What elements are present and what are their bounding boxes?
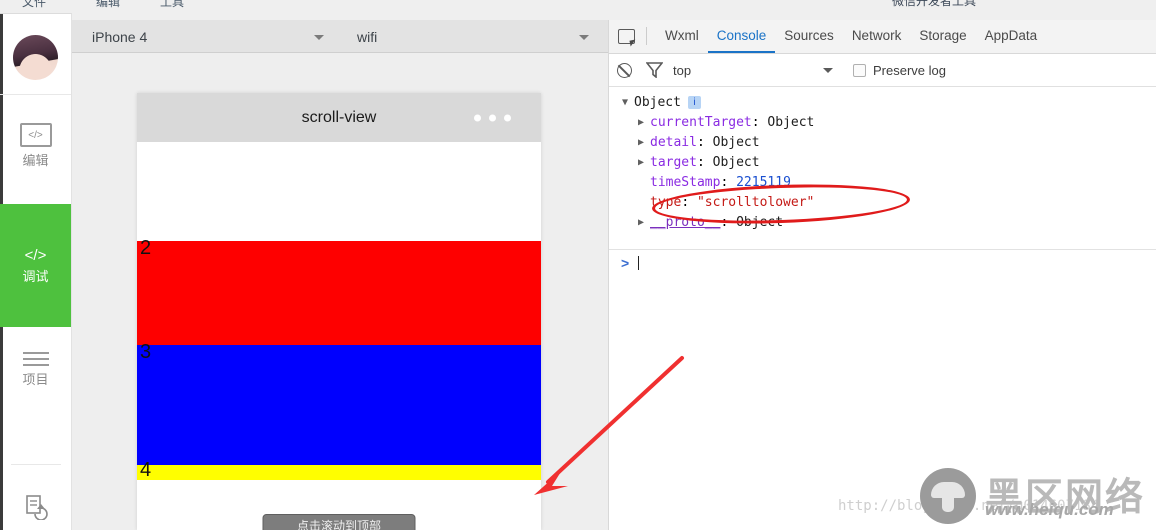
preserve-log-label: Preserve log	[873, 62, 946, 78]
phone-header: scroll-view	[137, 93, 541, 142]
scroll-block-3-label: 3	[140, 341, 152, 363]
tab-storage[interactable]: Storage	[910, 20, 975, 53]
rail-item-edit-label: 编辑	[22, 153, 49, 168]
console-sep: :	[720, 214, 737, 230]
console-value: Object	[767, 114, 815, 130]
disclosure-triangle-icon[interactable]: ▶	[638, 117, 650, 128]
info-badge-icon[interactable]: i	[687, 95, 701, 109]
rail-item-debug[interactable]: </> 调试	[0, 204, 71, 327]
console-context-value: top	[673, 62, 692, 78]
rail-divider-1	[0, 94, 71, 95]
tab-appdata[interactable]: AppData	[976, 20, 1047, 53]
more-dots-icon[interactable]	[474, 114, 511, 121]
inspect-element-icon[interactable]	[609, 20, 643, 53]
device-select-value: iPhone 4	[92, 28, 148, 45]
device-select[interactable]: iPhone 4	[92, 20, 342, 53]
menu-item-0[interactable]: 文件	[22, 0, 46, 10]
console-value: Object	[712, 154, 760, 170]
console-key: type	[650, 194, 682, 210]
scroll-block-1	[137, 142, 541, 241]
console-value: "scrolltolower"	[696, 194, 815, 210]
disclosure-triangle-icon[interactable]: ▼	[622, 97, 634, 108]
menubar: 文件 编辑 工具 微信开发者工具	[0, 0, 1156, 20]
preserve-log-checkbox[interactable]	[853, 63, 866, 77]
rail-item-edit[interactable]: </> 编辑	[0, 106, 71, 184]
network-select-value: wifi	[357, 28, 378, 45]
simulator-topbar: iPhone 4 wifi	[72, 20, 608, 53]
rail-item-project-label: 项目	[22, 372, 49, 387]
avatar[interactable]	[0, 21, 71, 93]
console-row-object[interactable]: ▼ Object i	[609, 92, 1156, 112]
tab-wxml[interactable]: Wxml	[656, 20, 708, 53]
console-object-name: Object	[634, 94, 681, 110]
console-key: currentTarget	[650, 114, 752, 130]
console-context-select[interactable]: top	[673, 54, 843, 87]
scroll-block-2-label: 2	[140, 237, 152, 259]
app-window: 文件 编辑 工具 微信开发者工具 </> 编辑 </> 调试 项目 iPhone…	[0, 0, 1156, 530]
console-row-proto[interactable]: ▶ __proto__: Object	[609, 212, 1156, 232]
console-value: Object	[712, 134, 760, 150]
scroll-block-4: 4	[137, 459, 541, 481]
console-sep: :	[696, 154, 713, 170]
clear-console-icon[interactable]	[609, 54, 639, 87]
console-row-currenttarget[interactable]: ▶ currentTarget: Object	[609, 112, 1156, 132]
console-input-caret	[638, 256, 640, 270]
chevron-down-icon	[314, 35, 324, 40]
left-rail: </> 编辑 </> 调试 项目	[0, 13, 72, 530]
avatar-image	[13, 34, 58, 80]
page-title: scroll-view	[301, 108, 377, 126]
console-sep: :	[751, 114, 768, 130]
console-key: timeStamp	[650, 174, 721, 190]
filter-funnel-icon[interactable]	[639, 54, 669, 87]
rail-item-project[interactable]: 项目	[0, 334, 71, 404]
scroll-block-3: 3	[137, 341, 541, 465]
rail-divider-2	[11, 464, 61, 465]
code-icon: </>	[24, 247, 47, 264]
menu-item-1[interactable]: 编辑	[96, 0, 120, 10]
disclosure-triangle-icon[interactable]: ▶	[638, 137, 650, 148]
phone-frame: scroll-view 2 3 4 点击滚动到顶部	[137, 93, 541, 530]
console-key: target	[650, 154, 697, 170]
scroll-block-2: 2	[137, 237, 541, 345]
disclosure-triangle-icon[interactable]: ▶	[638, 217, 650, 228]
code-box-icon: </>	[19, 123, 52, 147]
console-row-target[interactable]: ▶ target: Object	[609, 152, 1156, 172]
console-value: Object	[736, 214, 784, 230]
rail-item-debug-label: 调试	[22, 269, 49, 284]
simulator-stage: scroll-view 2 3 4 点击滚动到顶部	[72, 53, 608, 530]
console-output: ▼ Object i ▶ currentTarget: Object ▶ detail:…	[609, 87, 1156, 250]
network-select[interactable]: wifi	[357, 20, 607, 53]
console-sep: :	[720, 174, 737, 190]
scroll-view-container[interactable]: 2 3 4 点击滚动到顶部	[137, 142, 541, 530]
scroll-block-4-label: 4	[140, 459, 152, 481]
devtools-tabbar: Wxml Console Sources Network Storage App…	[609, 20, 1156, 54]
preserve-log-toggle[interactable]: Preserve log	[853, 63, 946, 78]
console-row-timestamp: timeStamp: 2215119	[609, 172, 1156, 192]
console-input-row[interactable]: >	[609, 251, 1156, 275]
tab-network[interactable]: Network	[843, 20, 911, 53]
tab-sources[interactable]: Sources	[775, 20, 843, 53]
disclosure-triangle-icon[interactable]: ▶	[638, 157, 650, 168]
menu-icon	[22, 352, 49, 366]
console-row-detail[interactable]: ▶ detail: Object	[609, 132, 1156, 152]
tabbar-divider	[646, 27, 647, 45]
chevron-down-icon	[579, 35, 589, 40]
console-sep: :	[681, 194, 697, 210]
console-prompt-icon: >	[621, 255, 630, 271]
console-row-type: type: "scrolltolower"	[609, 192, 1156, 212]
tab-console[interactable]: Console	[707, 20, 776, 53]
console-key: detail	[650, 134, 697, 150]
console-toolbar: top Preserve log	[609, 54, 1156, 87]
console-key: __proto__	[650, 214, 721, 230]
menu-item-2[interactable]: 工具	[160, 0, 184, 10]
chevron-down-icon	[823, 67, 833, 73]
menubar-title: 微信开发者工具	[891, 0, 976, 8]
console-sep: :	[696, 134, 713, 150]
refresh-doc-icon[interactable]	[0, 494, 71, 520]
scroll-to-top-button[interactable]: 点击滚动到顶部	[262, 514, 416, 530]
console-value: 2215119	[736, 174, 791, 190]
devtools-panel: Wxml Console Sources Network Storage App…	[608, 20, 1156, 530]
